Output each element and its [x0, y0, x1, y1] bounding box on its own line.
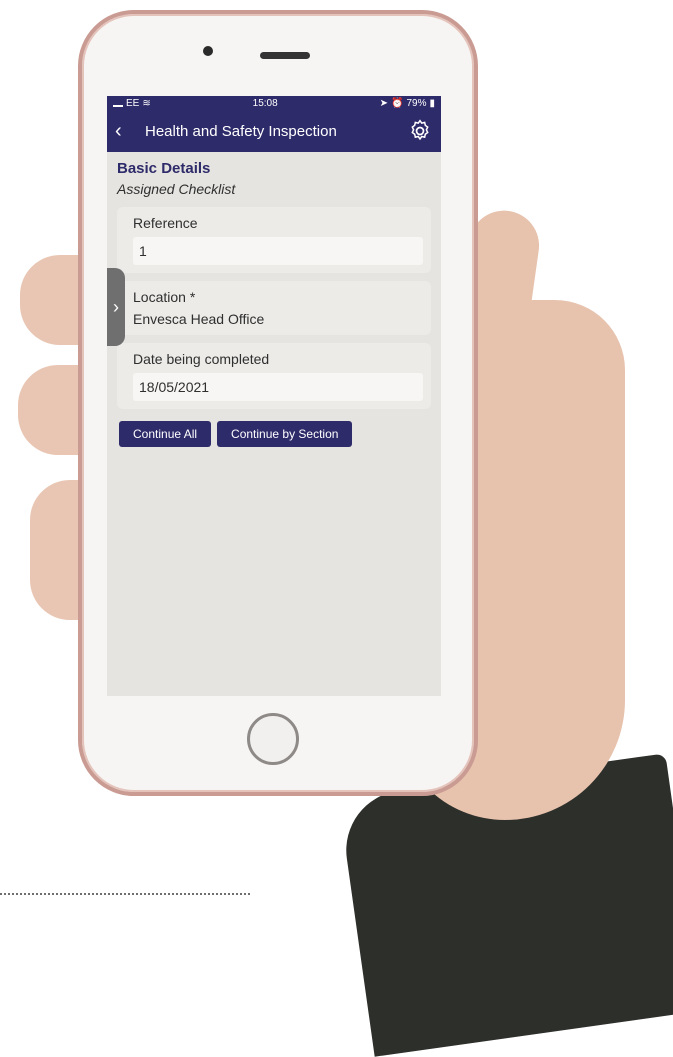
date-label: Date being completed — [133, 351, 270, 367]
form-content: Basic Details Assigned Checklist Referen… — [107, 152, 441, 459]
nav-title: Health and Safety Inspection — [145, 122, 337, 140]
location-card: Location * Envesca Head Office — [117, 281, 431, 335]
app-screen: EE ≋ 15:08 ➤ ⏰ 79% ▮ ‹ Health and Safety… — [107, 96, 441, 696]
action-buttons: Continue All Continue by Section — [117, 417, 431, 451]
reference-label: Reference — [133, 215, 198, 231]
location-value[interactable]: Envesca Head Office — [133, 311, 423, 327]
dotted-line-decoration — [0, 893, 250, 895]
carrier-label: EE — [126, 97, 140, 109]
alarm-icon: ⏰ — [391, 97, 404, 109]
date-input[interactable]: 18/05/2021 — [133, 373, 423, 401]
earpiece-speaker — [260, 52, 310, 59]
location-label: Location * — [133, 289, 196, 305]
gear-icon[interactable] — [407, 118, 433, 144]
home-button[interactable] — [247, 713, 299, 765]
status-time: 15:08 — [252, 97, 278, 109]
section-subtitle: Assigned Checklist — [117, 181, 236, 197]
reference-input[interactable]: 1 — [133, 237, 423, 265]
reference-card: Reference 1 — [117, 207, 431, 273]
nav-bar: ‹ Health and Safety Inspection — [107, 110, 441, 152]
status-bar: EE ≋ 15:08 ➤ ⏰ 79% ▮ — [107, 96, 441, 110]
continue-all-button[interactable]: Continue All — [119, 421, 212, 447]
signal-icon — [113, 99, 123, 107]
continue-by-section-button[interactable]: Continue by Section — [217, 421, 353, 447]
chevron-left-icon[interactable]: ‹ — [115, 120, 139, 143]
battery-icon: ▮ — [429, 97, 435, 109]
chevron-right-icon[interactable]: › — [107, 268, 125, 346]
location-arrow-icon: ➤ — [379, 97, 388, 109]
wifi-icon: ≋ — [142, 97, 151, 109]
date-card: Date being completed 18/05/2021 — [117, 343, 431, 409]
battery-percent: 79% — [406, 97, 427, 109]
section-title: Basic Details — [117, 160, 211, 177]
front-camera — [203, 46, 213, 56]
